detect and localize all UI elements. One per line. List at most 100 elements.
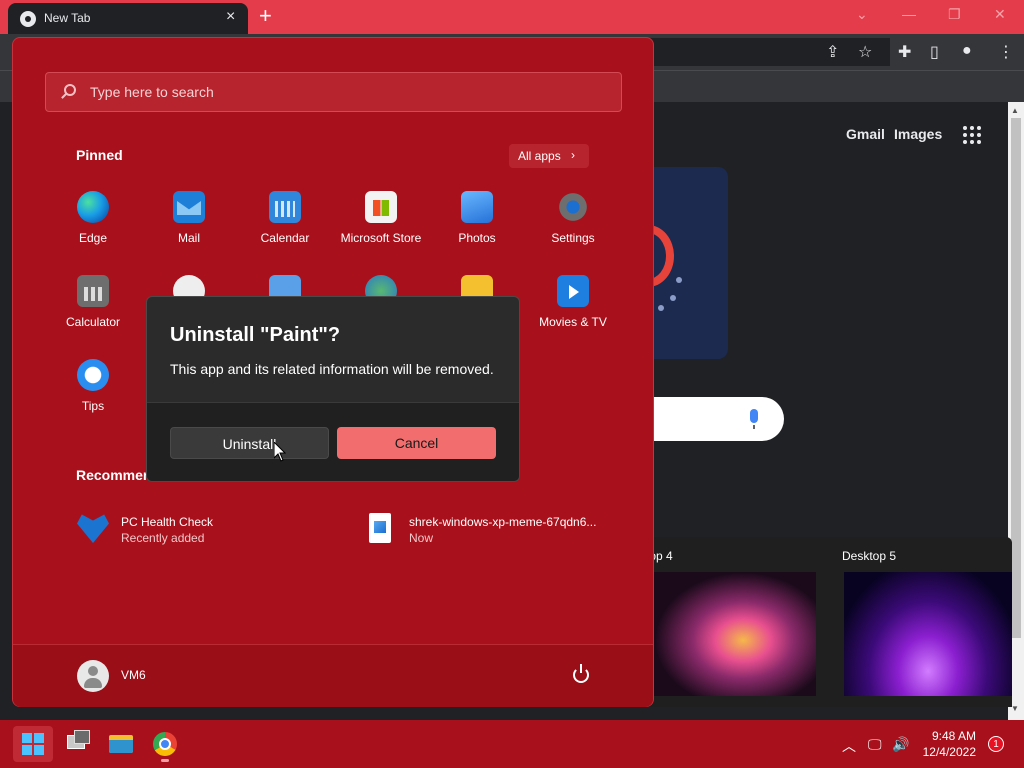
pinned-app-calculator[interactable]: Calculator [45, 275, 141, 345]
app-label: Tips [81, 399, 105, 413]
close-window-icon[interactable]: ✕ [994, 6, 1006, 23]
dialog-message: This app and its related information wil… [170, 361, 494, 377]
chrome-taskbar-button[interactable] [145, 726, 185, 762]
recommended-title: shrek-windows-xp-meme-67qdn6... [409, 515, 597, 529]
uninstall-dialog: Uninstall "Paint"? This app and its rela… [146, 296, 520, 482]
desktop-5-label: Desktop 5 [842, 549, 897, 563]
profile-icon[interactable]: ● [962, 42, 972, 60]
doodle-dot [676, 277, 682, 283]
pinned-app-microsoft-store[interactable]: Microsoft Store [333, 191, 429, 261]
mail-icon [173, 191, 205, 223]
settings-icon [557, 191, 589, 223]
app-label: Movies & TV [539, 315, 607, 329]
tab-search-icon[interactable]: ⌄ [856, 6, 868, 23]
clock-time: 9:48 AM [931, 729, 976, 743]
uninstall-button[interactable]: Uninstall [170, 427, 329, 459]
close-tab-icon[interactable]: × [226, 8, 235, 26]
pinned-app-photos[interactable]: Photos [429, 191, 525, 261]
doodle-dot [670, 295, 676, 301]
taskbar: ︿ 🖵 🔊 9:48 AM 12/4/2022 1 [0, 720, 1024, 768]
start-menu-footer: VM6 [13, 644, 653, 707]
gmail-link[interactable]: Gmail [846, 126, 885, 142]
recommended-subtitle: Now [409, 531, 434, 545]
running-indicator [161, 759, 169, 762]
chrome-icon [153, 732, 177, 756]
images-link[interactable]: Images [894, 126, 942, 142]
recommended-subtitle: Recently added [121, 531, 205, 545]
chevron-up-icon[interactable]: ︿ [842, 736, 856, 756]
scroll-thumb[interactable] [1011, 118, 1021, 638]
menu-icon[interactable]: ⋮ [998, 42, 1014, 62]
pinned-app-edge[interactable]: Edge [45, 191, 141, 261]
recommended-title: PC Health Check [121, 515, 214, 529]
recommended-heading: Recommen [76, 467, 152, 483]
chevron-right-icon: › [571, 148, 575, 162]
pinned-heading: Pinned [76, 147, 123, 163]
pinned-app-mail[interactable]: Mail [141, 191, 237, 261]
tab-title: New Tab [44, 11, 91, 25]
windows-logo-icon [22, 733, 44, 755]
folder-icon [109, 735, 133, 753]
browser-tab[interactable]: New Tab × [8, 3, 248, 34]
app-label: Settings [551, 231, 595, 245]
app-label: Calculator [65, 315, 121, 329]
desktop-4-thumbnail[interactable] [654, 572, 816, 696]
volume-icon[interactable]: 🔊 [892, 736, 909, 753]
doodle-dot [658, 305, 664, 311]
tips-icon [77, 359, 109, 391]
recommended-item-image-file[interactable]: shrek-windows-xp-meme-67qdn6... Now [365, 509, 625, 549]
avatar [77, 660, 109, 692]
share-icon[interactable]: ⇪ [826, 42, 839, 62]
scroll-down-icon[interactable]: ▼ [1011, 704, 1019, 713]
task-view-icon [67, 730, 90, 749]
bookmark-star-icon[interactable]: ☆ [858, 42, 872, 62]
google-search-box[interactable] [640, 397, 784, 441]
start-button[interactable] [13, 726, 53, 762]
new-tab-button[interactable]: + [259, 3, 272, 29]
calendar-icon [269, 191, 301, 223]
recommended-item-pc-health-check[interactable]: PC Health Check Recently added [77, 509, 277, 549]
all-apps-label: All apps [518, 149, 561, 163]
start-search-box[interactable]: Type here to search [45, 72, 622, 112]
image-file-icon [369, 513, 391, 543]
task-view-desktops: ktop 4 Desktop 5 [640, 537, 1012, 707]
voice-search-icon[interactable] [750, 409, 758, 429]
file-explorer-button[interactable] [101, 726, 141, 762]
pinned-app-tips[interactable]: Tips [45, 359, 141, 429]
pinned-app-movies-tv[interactable]: Movies & TV [525, 275, 621, 345]
app-label: Mail [177, 231, 200, 245]
dialog-title: Uninstall "Paint"? [170, 324, 341, 346]
store-icon [365, 191, 397, 223]
app-label: Microsoft Store [340, 231, 422, 245]
user-name: VM6 [121, 668, 146, 682]
side-panel-icon[interactable]: ▯ [930, 42, 939, 62]
search-placeholder: Type here to search [90, 84, 214, 100]
address-bar[interactable] [630, 38, 890, 66]
restore-icon[interactable]: ❐ [948, 6, 961, 23]
notification-badge[interactable]: 1 [988, 736, 1004, 752]
browser-tab-bar: New Tab × + ⌄ — ❐ ✕ [0, 0, 1024, 34]
clock-date: 12/4/2022 [922, 745, 976, 759]
cancel-button[interactable]: Cancel [337, 427, 496, 459]
network-icon[interactable]: 🖵 [868, 736, 882, 753]
movies-icon [557, 275, 589, 307]
search-icon [64, 84, 76, 96]
chrome-favicon-icon [20, 11, 36, 27]
google-apps-icon[interactable] [963, 126, 981, 144]
desktop-5-thumbnail[interactable] [844, 572, 1012, 696]
photos-icon [461, 191, 493, 223]
power-icon[interactable] [573, 664, 589, 683]
pinned-app-settings[interactable]: Settings [525, 191, 621, 261]
pinned-app-calendar[interactable]: Calendar [237, 191, 333, 261]
app-label: Calendar [260, 231, 310, 245]
scroll-up-icon[interactable]: ▲ [1011, 106, 1019, 115]
app-label: Photos [458, 231, 496, 245]
minimize-icon[interactable]: — [902, 6, 916, 22]
app-label: Edge [78, 231, 108, 245]
extensions-icon[interactable]: ✚ [898, 42, 911, 62]
health-check-icon [77, 514, 109, 543]
calculator-icon [77, 275, 109, 307]
all-apps-button[interactable]: All apps › [509, 144, 589, 168]
task-view-button[interactable] [57, 726, 97, 762]
edge-icon [77, 191, 109, 223]
